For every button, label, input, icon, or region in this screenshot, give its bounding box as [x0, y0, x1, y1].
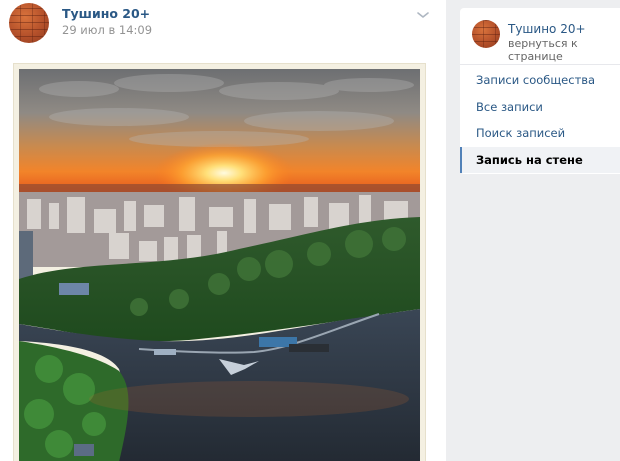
sidebar-menu: Записи сообщества Все записи Поиск запис…: [460, 67, 620, 173]
menu-item-wall-post[interactable]: Запись на стене: [460, 146, 620, 173]
post-photo[interactable]: [13, 63, 426, 461]
menu-item-all-posts[interactable]: Все записи: [460, 94, 620, 121]
menu-item-community-posts[interactable]: Записи сообщества: [460, 67, 620, 94]
chevron-down-icon[interactable]: [413, 7, 433, 23]
post-date[interactable]: 29 июл в 14:09: [62, 23, 152, 37]
divider: [460, 64, 620, 65]
community-avatar[interactable]: [9, 3, 49, 43]
sidebar-community-avatar[interactable]: [472, 20, 500, 48]
back-to-page-link[interactable]: вернуться к странице: [508, 37, 620, 63]
photo-image: [19, 69, 420, 461]
sidebar-panel: Тушино 20+ вернуться к странице Записи с…: [460, 8, 620, 174]
menu-item-search-posts[interactable]: Поиск записей: [460, 120, 620, 147]
post-card: Тушино 20+ 29 июл в 14:09: [0, 0, 446, 461]
post-author-link[interactable]: Тушино 20+: [62, 6, 150, 21]
sidebar-community-name[interactable]: Тушино 20+: [508, 22, 586, 36]
